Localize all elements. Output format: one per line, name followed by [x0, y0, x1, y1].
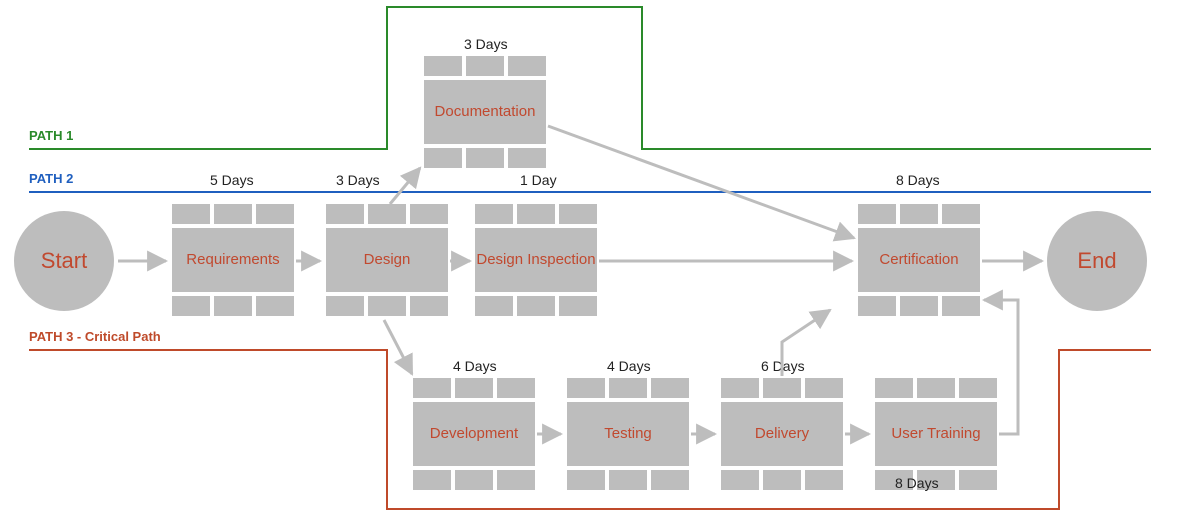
path1-seg-d [641, 6, 643, 150]
arrow-design-dev [384, 320, 412, 374]
path3-seg-b [386, 349, 388, 508]
end-label: End [1077, 248, 1116, 274]
dur-training: 8 Days [895, 475, 939, 491]
task-documentation: Documentation [424, 56, 546, 168]
task-testing: Testing [567, 378, 689, 490]
task-design-label: Design [326, 228, 448, 292]
path3-seg-e [1058, 349, 1151, 351]
start-label: Start [41, 248, 87, 274]
diagram-stage: PATH 1 PATH 2 PATH 3 - Critical Path Sta… [0, 0, 1180, 514]
path3-seg-d [1058, 349, 1060, 510]
path1-seg-c [386, 6, 641, 8]
dur-inspection: 1 Day [520, 172, 557, 188]
dur-testing: 4 Days [607, 358, 651, 374]
arrow-design-doc [390, 168, 420, 204]
path3-seg-c [386, 508, 1058, 510]
task-design: Design [326, 204, 448, 316]
task-training: User Training [875, 378, 997, 490]
path1-label: PATH 1 [29, 128, 73, 143]
task-development: Development [413, 378, 535, 490]
path3-seg-a [29, 349, 386, 351]
task-requirements-label: Requirements [172, 228, 294, 292]
end-node: End [1047, 211, 1147, 311]
path1-seg-b [386, 6, 388, 150]
task-testing-label: Testing [567, 402, 689, 466]
dur-delivery: 6 Days [761, 358, 805, 374]
path2-line [29, 191, 1151, 193]
task-training-label: User Training [875, 402, 997, 466]
path2-label: PATH 2 [29, 171, 73, 186]
dur-design: 3 Days [336, 172, 380, 188]
task-certification-label: Certification [858, 228, 980, 292]
dur-documentation: 3 Days [464, 36, 508, 52]
dur-requirements: 5 Days [210, 172, 254, 188]
dur-certification: 8 Days [896, 172, 940, 188]
task-delivery: Delivery [721, 378, 843, 490]
task-development-label: Development [413, 402, 535, 466]
start-node: Start [14, 211, 114, 311]
task-certification: Certification [858, 204, 980, 316]
task-requirements: Requirements [172, 204, 294, 316]
task-inspection-label: Design Inspection [475, 228, 597, 292]
path3-label: PATH 3 - Critical Path [29, 329, 161, 344]
task-documentation-label: Documentation [424, 80, 546, 144]
task-inspection: Design Inspection [475, 204, 597, 316]
dur-development: 4 Days [453, 358, 497, 374]
path1-seg-a [29, 148, 386, 150]
task-delivery-label: Delivery [721, 402, 843, 466]
path1-seg-e [641, 148, 1151, 150]
